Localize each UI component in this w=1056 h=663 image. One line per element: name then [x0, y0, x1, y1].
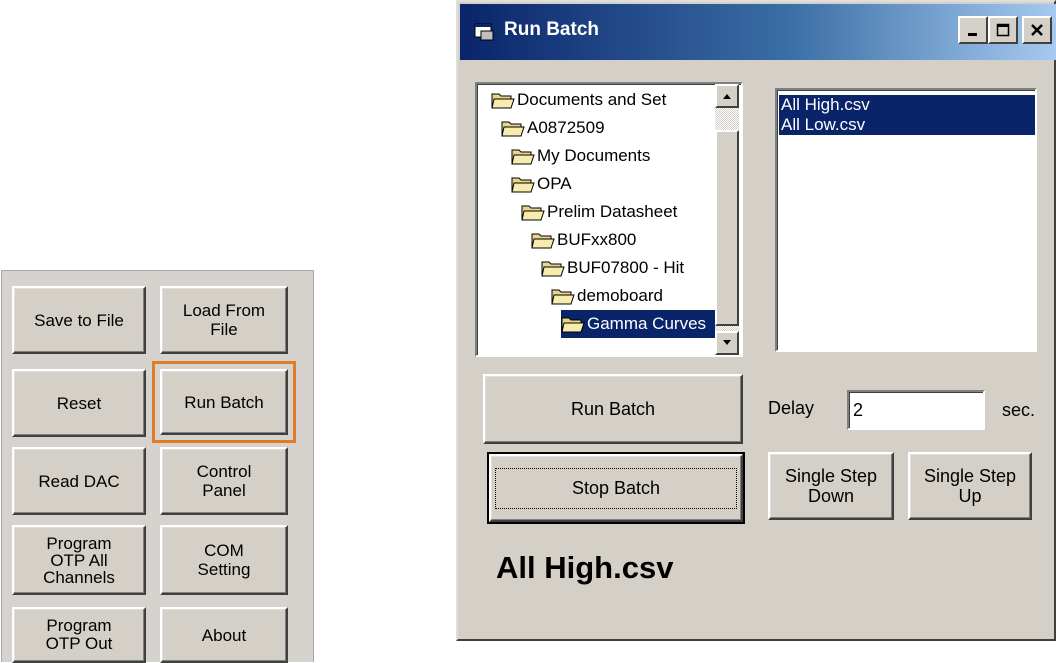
folder-tree-item[interactable]: Gamma Curves — [561, 310, 715, 338]
folder-tree-item[interactable]: Documents and Set — [491, 86, 715, 114]
run-batch-dialog: Run Batch Documents and Set A0872509 My Do… — [456, 0, 1056, 641]
stop-batch-focus-frame: Stop Batch — [487, 452, 745, 524]
folder-tree-item-label: Prelim Datasheet — [547, 202, 678, 221]
file-item[interactable]: All High.csv — [779, 95, 1035, 115]
arrow-down-icon — [723, 340, 731, 345]
scroll-down-button[interactable] — [715, 331, 739, 355]
folder-icon — [521, 205, 545, 221]
folder-tree-item[interactable]: OPA — [511, 170, 715, 198]
read-dac-button[interactable]: Read DAC — [12, 447, 146, 515]
single-step-up-button[interactable]: Single Step Up — [908, 452, 1032, 520]
folder-tree-item-label: BUF07800 - Hit — [567, 258, 685, 277]
folder-tree-item-label: Gamma Curves — [587, 314, 707, 333]
run-batch-highlight — [152, 361, 296, 443]
current-file-label: All High.csv — [496, 550, 674, 585]
stop-batch-label: Stop Batch — [494, 467, 738, 509]
folder-icon — [551, 289, 575, 305]
folder-icon — [511, 177, 535, 193]
folder-icon — [491, 93, 515, 109]
folder-icon — [531, 233, 555, 249]
folder-tree-item-label: BUFxx800 — [557, 230, 637, 249]
folder-tree-item-label: OPA — [537, 174, 572, 193]
file-list[interactable]: All High.csv All Low.csv — [775, 88, 1037, 352]
close-button[interactable] — [1022, 16, 1052, 44]
minimize-button[interactable] — [958, 16, 988, 44]
arrow-up-icon — [723, 94, 731, 99]
title-bar[interactable]: Run Batch — [460, 4, 1056, 60]
folder-tree-item-label: Documents and Set — [517, 90, 667, 109]
program-otp-all-channels-button[interactable]: Program OTP All Channels — [12, 525, 146, 595]
folder-tree-scrollbar[interactable] — [715, 84, 739, 355]
stop-batch-button[interactable]: Stop Batch — [489, 454, 743, 522]
delay-label: Delay — [768, 398, 815, 418]
about-button[interactable]: About — [160, 607, 288, 663]
delay-input[interactable] — [847, 390, 985, 430]
folder-tree-item-label: My Documents — [537, 146, 651, 165]
folder-tree-item[interactable]: A0872509 — [501, 114, 715, 142]
reset-button[interactable]: Reset — [12, 369, 146, 437]
scroll-up-button[interactable] — [715, 84, 739, 108]
window-app-icon — [474, 23, 494, 41]
file-item[interactable]: All Low.csv — [779, 115, 1035, 135]
close-icon — [1031, 24, 1043, 36]
maximize-button[interactable] — [988, 16, 1018, 44]
single-step-down-button[interactable]: Single Step Down — [768, 452, 894, 520]
folder-icon — [511, 149, 535, 165]
folder-tree-item[interactable]: Prelim Datasheet — [521, 198, 715, 226]
folder-tree[interactable]: Documents and Set A0872509 My Documents OPA… — [475, 82, 743, 357]
folder-tree-item-label: A0872509 — [527, 118, 605, 137]
folder-icon — [501, 121, 525, 137]
folder-icon — [541, 261, 565, 277]
button-panel: Save to File Load From File Reset Run Ba… — [1, 270, 314, 663]
save-to-file-button[interactable]: Save to File — [12, 286, 146, 354]
folder-tree-item[interactable]: My Documents — [511, 142, 715, 170]
maximize-icon — [996, 23, 1010, 37]
control-panel-button[interactable]: Control Panel — [160, 447, 288, 515]
run-batch-button[interactable]: Run Batch — [483, 374, 743, 444]
folder-tree-item[interactable]: BUF07800 - Hit — [541, 254, 715, 282]
folder-tree-item-label: demoboard — [577, 286, 664, 305]
folder-tree-item[interactable]: BUFxx800 — [531, 226, 715, 254]
program-otp-out-button[interactable]: Program OTP Out — [12, 607, 146, 663]
delay-unit-label: sec. — [1002, 400, 1036, 420]
folder-icon — [561, 317, 585, 333]
minimize-icon — [968, 33, 977, 36]
dialog-title: Run Batch — [504, 19, 599, 40]
load-from-file-button[interactable]: Load From File — [160, 286, 288, 354]
scroll-thumb[interactable] — [715, 130, 739, 326]
com-setting-button[interactable]: COM Setting — [160, 525, 288, 595]
folder-tree-item[interactable]: demoboard — [551, 282, 715, 310]
